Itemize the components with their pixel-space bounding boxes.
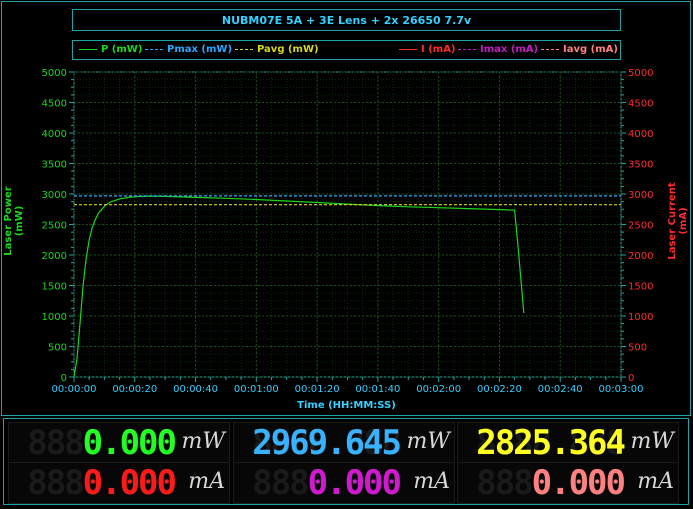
x-tick-label: 00:01:40 (355, 384, 400, 395)
imax-display-value: 0.000 (307, 463, 402, 503)
pavg-display: 8888.888 2825.364 mW (457, 422, 679, 464)
x-tick-label: 00:02:20 (477, 384, 522, 395)
x-tick-label: 00:02:00 (416, 384, 461, 395)
y-axis-right-title: Laser Current (mA) (667, 182, 689, 260)
iavg-display: 8888.888 0.000 mA (457, 462, 679, 504)
y2-tick-label: 4500 (628, 99, 653, 110)
y-tick-label: 3000 (42, 190, 67, 201)
iavg-display-value: 0.000 (531, 463, 626, 503)
x-tick-label: 00:00:40 (173, 384, 218, 395)
app-window: NUBM07E 5A + 3E Lens + 2x 26650 7.7v P (… (0, 0, 693, 509)
y2-tick-label: 0 (628, 373, 634, 384)
pavg-display-unit: mW (630, 429, 674, 454)
pmax-display-unit: mW (406, 429, 450, 454)
x-tick-label: 00:02:40 (538, 384, 583, 395)
y2-tick-label: 3500 (628, 160, 653, 171)
y2-tick-label: 3000 (628, 190, 653, 201)
x-tick-label: 00:00:00 (52, 384, 97, 395)
y-tick-label: 4000 (42, 129, 67, 140)
imax-display: 8888.888 0.000 mA (233, 462, 455, 504)
y2-tick-label: 1500 (628, 282, 653, 293)
y-tick-label: 500 (48, 343, 67, 354)
power-display: 8888.888 0.000 mW (8, 422, 230, 464)
pavg-display-value: 2825.364 (476, 423, 626, 463)
y-tick-label: 2500 (42, 221, 67, 232)
x-tick-label: 00:01:00 (234, 384, 279, 395)
iavg-display-unit: mA (637, 469, 674, 494)
x-axis-title: Time (HH:MM:SS) (297, 400, 396, 411)
x-tick-label: 00:00:20 (112, 384, 157, 395)
y2-tick-label: 2000 (628, 251, 653, 262)
y-tick-label: 3500 (42, 160, 67, 171)
y-tick-label: 0 (61, 373, 67, 384)
y2-tick-label: 2500 (628, 221, 653, 232)
current-display-value: 0.000 (82, 463, 177, 503)
y2-tick-label: 500 (628, 343, 647, 354)
y-axis-left-title: Laser Power (mW) (3, 186, 25, 256)
pmax-display-value: 2969.645 (252, 423, 402, 463)
y-tick-label: 1500 (42, 282, 67, 293)
x-tick-label: 00:03:00 (599, 384, 644, 395)
readout-panel: 8888.888 0.000 mW 8888.888 2969.645 mW 8… (3, 418, 689, 505)
current-display-unit: mA (188, 469, 225, 494)
y-tick-label: 4500 (42, 99, 67, 110)
y-tick-label: 2000 (42, 251, 67, 262)
current-display: 8888.888 0.000 mA (8, 462, 230, 504)
imax-display-unit: mA (413, 469, 450, 494)
power-display-unit: mW (181, 429, 225, 454)
y2-tick-label: 4000 (628, 129, 653, 140)
y2-tick-label: 5000 (628, 68, 653, 79)
power-display-value: 0.000 (82, 423, 177, 463)
pmax-display: 8888.888 2969.645 mW (233, 422, 455, 464)
y-tick-label: 1000 (42, 312, 67, 323)
y-tick-label: 5000 (42, 68, 67, 79)
y2-tick-label: 1000 (628, 312, 653, 323)
x-tick-label: 00:01:20 (295, 384, 340, 395)
